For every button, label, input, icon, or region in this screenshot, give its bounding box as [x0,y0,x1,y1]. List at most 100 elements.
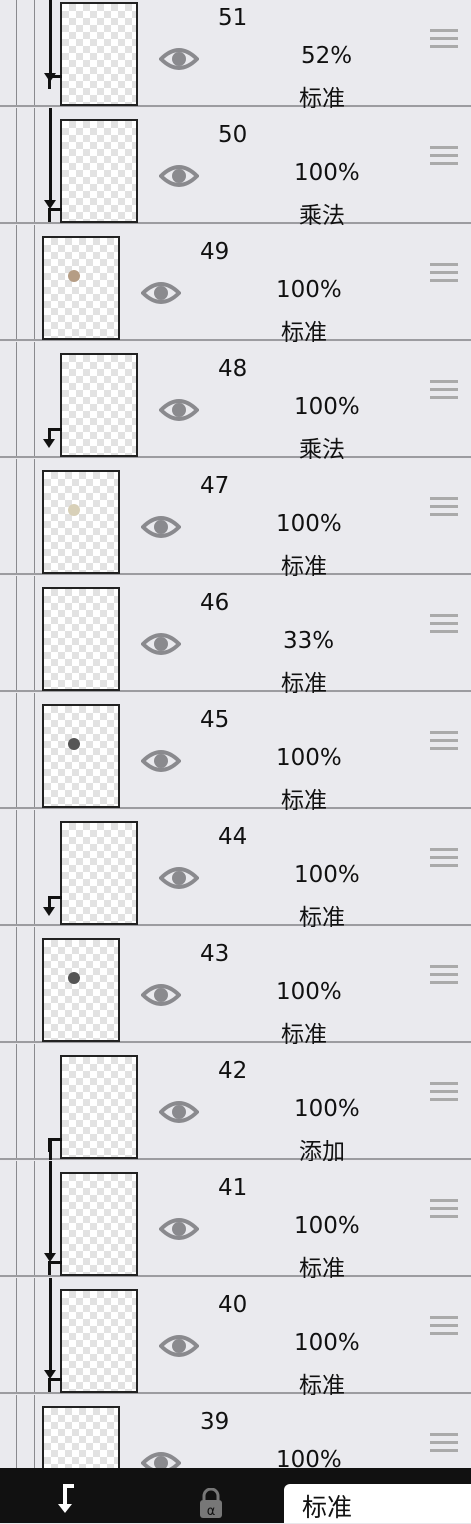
layer-opacity: 33% [283,628,335,654]
layer-thumbnail[interactable] [42,938,120,1042]
drag-handle-icon[interactable] [430,1316,458,1336]
layer-rail [34,459,35,573]
layer-rail [34,225,35,339]
visibility-eye-icon[interactable] [159,1098,199,1126]
layer-row[interactable]: 49 100% 标准 [0,225,471,346]
layer-thumbnail[interactable] [42,704,120,808]
layer-thumbnail[interactable] [42,587,120,691]
layer-number: 39 [200,1409,230,1435]
layer-opacity: 100% [294,394,360,420]
layer-row[interactable]: 46 33% 标准 [0,576,471,697]
visibility-eye-icon[interactable] [159,1332,199,1360]
drag-handle-icon[interactable] [430,1433,458,1453]
layer-row[interactable]: 45 100% 标准 [0,693,471,814]
layer-rail [16,1161,17,1275]
layer-row[interactable]: 51 52% 标准 [0,0,471,112]
layer-rail [34,0,35,105]
layer-row[interactable]: 40 100% 标准 [0,1278,471,1399]
layer-number: 42 [218,1058,248,1084]
layer-opacity: 100% [276,277,342,303]
layer-row[interactable]: 47 100% 标准 [0,459,471,580]
layer-row[interactable]: 43 100% 标准 [0,927,471,1048]
blend-mode-selector[interactable]: 标准 [284,1484,471,1523]
layer-number: 45 [200,707,230,733]
layer-thumbnail[interactable] [42,1406,120,1468]
layer-row[interactable]: 42 100% 添加 [0,1044,471,1165]
layer-rail [34,108,35,222]
visibility-eye-icon[interactable] [159,1215,199,1243]
drag-handle-icon[interactable] [430,731,458,751]
layer-row[interactable]: 44 100% 标准 [0,810,471,931]
layer-thumbnail[interactable] [60,119,138,223]
thumbnail-content [68,504,80,516]
layer-rail [34,576,35,690]
layer-rail [16,927,17,1041]
layer-rail [34,927,35,1041]
drag-handle-icon[interactable] [430,965,458,985]
layer-thumbnail[interactable] [60,821,138,925]
layer-opacity: 100% [294,862,360,888]
layer-number: 49 [200,239,230,265]
layer-thumbnail[interactable] [42,470,120,574]
layer-thumbnail[interactable] [60,1055,138,1159]
layer-thumbnail[interactable] [60,1172,138,1276]
layer-rail [16,693,17,807]
layer-thumbnail[interactable] [60,353,138,457]
drag-handle-icon[interactable] [430,614,458,634]
layer-opacity: 100% [276,979,342,1005]
layer-row[interactable]: 48 100% 乘法 [0,342,471,463]
layer-rail [34,1044,35,1158]
layer-row[interactable]: 50 100% 乘法 [0,108,471,229]
blend-mode-label: 标准 [302,1493,353,1522]
layer-rail [16,108,17,222]
layer-number: 47 [200,473,230,499]
clipping-hook [48,1261,62,1275]
clipping-indicator [44,0,60,107]
drag-handle-icon[interactable] [430,29,458,49]
drag-handle-icon[interactable] [430,848,458,868]
alpha-lock-icon[interactable]: α [196,1488,226,1518]
layer-opacity: 100% [276,1447,342,1468]
layer-row[interactable]: 41 100% 标准 [0,1161,471,1282]
svg-text:α: α [207,1504,216,1518]
visibility-eye-icon[interactable] [141,981,181,1009]
thumbnail-content [68,738,80,750]
layer-rail [16,1395,17,1468]
layer-opacity: 100% [294,160,360,186]
drag-handle-icon[interactable] [430,380,458,400]
layer-rail [16,225,17,339]
visibility-eye-icon[interactable] [159,45,199,73]
drag-handle-icon[interactable] [430,497,458,517]
drag-handle-icon[interactable] [430,1082,458,1102]
layer-number: 48 [218,356,248,382]
layer-thumbnail[interactable] [60,2,138,106]
clipping-hook [48,75,62,89]
layer-thumbnail[interactable] [42,236,120,340]
visibility-eye-icon[interactable] [141,279,181,307]
layer-rail [34,1278,35,1392]
layer-rail [34,810,35,924]
layer-thumbnail[interactable] [60,1289,138,1393]
clipping-indicator [44,1161,60,1277]
drag-handle-icon[interactable] [430,1199,458,1219]
thumbnail-content [68,972,80,984]
visibility-eye-icon[interactable] [159,864,199,892]
visibility-eye-icon[interactable] [141,1449,181,1468]
drag-handle-icon[interactable] [430,146,458,166]
clip-arrow-icon[interactable] [52,1482,86,1516]
visibility-eye-icon[interactable] [159,396,199,424]
clipping-hook [48,1138,62,1152]
layer-number: 43 [200,941,230,967]
visibility-eye-icon[interactable] [141,630,181,658]
layer-number: 44 [218,824,248,850]
layer-rail [34,342,35,456]
layer-number: 51 [218,5,248,31]
clipping-hook [48,1378,62,1392]
visibility-eye-icon[interactable] [141,513,181,541]
drag-handle-icon[interactable] [430,263,458,283]
visibility-eye-icon[interactable] [141,747,181,775]
clipping-indicator [44,1278,60,1394]
visibility-eye-icon[interactable] [159,162,199,190]
layer-row[interactable]: 39100%标准 [0,1395,471,1468]
layer-list[interactable]: 51 52% 标准 50 100% 乘法 49 100% 标准 48 100% 乘法 47 100% 标准 4… [0,0,471,1468]
